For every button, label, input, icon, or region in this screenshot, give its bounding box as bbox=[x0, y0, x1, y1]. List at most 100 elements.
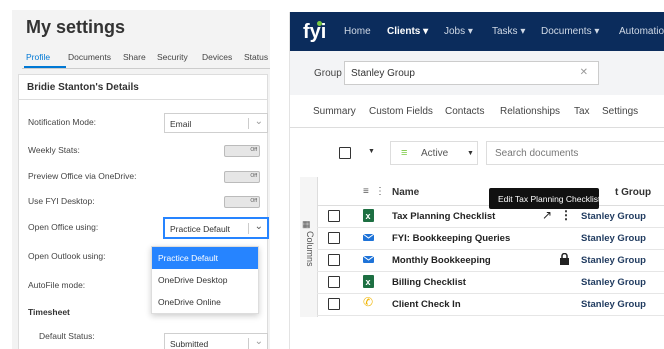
details-header: Bridie Stanton's Details bbox=[19, 75, 267, 100]
nav-clients[interactable]: Clients ▾ bbox=[387, 26, 428, 37]
dropdown-option-practice-default[interactable]: Practice Default bbox=[152, 247, 258, 269]
columns-icon: ▦ bbox=[302, 219, 311, 229]
default-status-value: Submitted bbox=[170, 339, 209, 349]
active-tab-indicator bbox=[24, 66, 66, 68]
svg-text:x: x bbox=[366, 277, 371, 287]
preview-office-label: Preview Office via OneDrive: bbox=[28, 171, 137, 181]
row-checkbox[interactable] bbox=[328, 232, 340, 244]
document-name[interactable]: Tax Planning Checklist bbox=[392, 211, 495, 222]
tab-summary[interactable]: Summary bbox=[313, 106, 356, 117]
page-title: My settings bbox=[26, 17, 126, 37]
tab-devices[interactable]: Devices bbox=[202, 52, 232, 62]
group-value: Stanley Group bbox=[351, 68, 415, 79]
row-checkbox[interactable] bbox=[328, 298, 340, 310]
group-label: Group bbox=[314, 68, 342, 79]
tab-share[interactable]: Share bbox=[123, 52, 146, 62]
tab-security[interactable]: Security bbox=[157, 52, 188, 62]
group-select[interactable]: Stanley Group ✕ bbox=[344, 61, 599, 85]
chevron-down-icon[interactable]: ▼ bbox=[368, 148, 375, 155]
edit-tooltip: Edit Tax Planning Checklist bbox=[489, 188, 600, 209]
row-checkbox[interactable] bbox=[328, 254, 340, 266]
select-separator bbox=[248, 338, 249, 349]
table-row[interactable]: FYI: Bookkeeping Queries Stanley Group bbox=[317, 227, 664, 250]
open-external-icon[interactable]: ↗ bbox=[542, 208, 552, 222]
notification-mode-select[interactable]: Email ⌄ bbox=[164, 113, 268, 133]
tab-contacts[interactable]: Contacts bbox=[445, 106, 484, 117]
table-row[interactable]: Monthly Bookkeeping Stanley Group bbox=[317, 249, 664, 272]
toggle-text: Off bbox=[250, 147, 257, 153]
fyi-logo[interactable]: fyi bbox=[303, 21, 326, 44]
document-name[interactable]: FYI: Bookkeeping Queries bbox=[392, 233, 510, 244]
email-icon bbox=[363, 233, 374, 241]
dropdown-option-onedrive-desktop[interactable]: OneDrive Desktop bbox=[152, 269, 258, 291]
notification-mode-label: Notification Mode: bbox=[28, 117, 97, 127]
excel-icon: x bbox=[363, 209, 374, 222]
default-status-label: Default Status: bbox=[39, 331, 95, 341]
chevron-down-icon: ⌄ bbox=[254, 116, 263, 127]
tab-custom-fields[interactable]: Custom Fields bbox=[369, 106, 433, 117]
more-icon[interactable]: ⋮ bbox=[375, 186, 385, 197]
use-fyi-desktop-label: Use FYI Desktop: bbox=[28, 196, 95, 206]
dropdown-option-onedrive-online[interactable]: OneDrive Online bbox=[152, 291, 258, 313]
client-name[interactable]: Stanley Group bbox=[581, 211, 646, 222]
tab-relationships[interactable]: Relationships bbox=[500, 106, 560, 117]
svg-text:x: x bbox=[366, 211, 371, 221]
toggle-text: Off bbox=[250, 173, 257, 179]
status-filter-value: Active bbox=[421, 148, 449, 159]
row-checkbox[interactable] bbox=[328, 276, 340, 288]
nav-documents[interactable]: Documents ▾ bbox=[541, 26, 599, 37]
columns-panel-toggle[interactable]: ▦ Columns bbox=[300, 177, 318, 317]
row-checkbox[interactable] bbox=[328, 210, 340, 222]
open-office-value: Practice Default bbox=[170, 224, 230, 234]
fyi-app: fyi Home Clients ▾ Jobs ▾ Tasks ▾ Docume… bbox=[289, 12, 664, 349]
document-name[interactable]: Billing Checklist bbox=[392, 277, 466, 288]
timesheet-heading: Timesheet bbox=[28, 307, 70, 317]
lock-icon bbox=[560, 253, 569, 265]
preview-office-toggle[interactable]: Off bbox=[224, 171, 260, 183]
email-icon bbox=[363, 255, 374, 263]
table-row[interactable]: x Billing Checklist Stanley Group bbox=[317, 271, 664, 294]
tab-settings[interactable]: Settings bbox=[602, 106, 638, 117]
open-office-select[interactable]: Practice Default ⌄ bbox=[164, 218, 268, 238]
client-subtabs: Summary Custom Fields Contacts Relations… bbox=[290, 95, 664, 128]
excel-icon: x bbox=[363, 275, 374, 288]
details-title: Bridie Stanton's Details bbox=[27, 82, 139, 93]
tab-profile[interactable]: Profile bbox=[26, 52, 50, 62]
more-icon[interactable]: ⋮ bbox=[560, 208, 572, 222]
nav-jobs[interactable]: Jobs ▾ bbox=[444, 26, 473, 37]
chevron-down-icon: ⌄ bbox=[254, 336, 263, 347]
document-toolbar: ▼ ≡ Active ▼ Search documents bbox=[290, 127, 664, 177]
document-name[interactable]: Client Check In bbox=[392, 299, 461, 310]
toggle-text: Off bbox=[250, 198, 257, 204]
status-filter[interactable]: ≡ Active ▼ bbox=[390, 141, 478, 165]
client-name[interactable]: Stanley Group bbox=[581, 233, 646, 244]
filter-icon[interactable]: ≡ bbox=[363, 186, 369, 197]
open-outlook-label: Open Outlook using: bbox=[28, 251, 106, 261]
tab-documents[interactable]: Documents bbox=[68, 52, 111, 62]
client-name[interactable]: Stanley Group bbox=[581, 299, 646, 310]
select-all-checkbox[interactable] bbox=[339, 147, 351, 159]
client-name[interactable]: Stanley Group bbox=[581, 255, 646, 266]
column-name[interactable]: Name bbox=[392, 187, 419, 198]
open-office-label: Open Office using: bbox=[28, 222, 99, 232]
nav-automations[interactable]: Automatio bbox=[619, 26, 664, 37]
weekly-stats-label: Weekly Stats: bbox=[28, 145, 80, 155]
search-placeholder: Search documents bbox=[495, 148, 579, 159]
nav-home[interactable]: Home bbox=[344, 26, 371, 37]
tab-tax[interactable]: Tax bbox=[574, 106, 590, 117]
use-fyi-desktop-toggle[interactable]: Off bbox=[224, 196, 260, 208]
select-separator bbox=[248, 223, 249, 234]
nav-tasks[interactable]: Tasks ▾ bbox=[492, 26, 525, 37]
column-client[interactable]: t Group bbox=[615, 187, 651, 198]
document-name[interactable]: Monthly Bookkeeping bbox=[392, 255, 491, 266]
weekly-stats-toggle[interactable]: Off bbox=[224, 145, 260, 157]
client-name[interactable]: Stanley Group bbox=[581, 277, 646, 288]
group-filter-row: Group Stanley Group ✕ bbox=[290, 51, 664, 95]
table-row[interactable]: ✆ Client Check In Stanley Group bbox=[317, 293, 664, 316]
search-input[interactable]: Search documents bbox=[486, 141, 664, 165]
default-status-select[interactable]: Submitted ⌄ bbox=[164, 333, 268, 349]
columns-label: Columns bbox=[305, 231, 315, 267]
clear-icon[interactable]: ✕ bbox=[580, 67, 588, 78]
tab-status[interactable]: Status bbox=[244, 52, 268, 62]
open-office-dropdown-menu: Practice Default OneDrive Desktop OneDri… bbox=[151, 246, 259, 314]
